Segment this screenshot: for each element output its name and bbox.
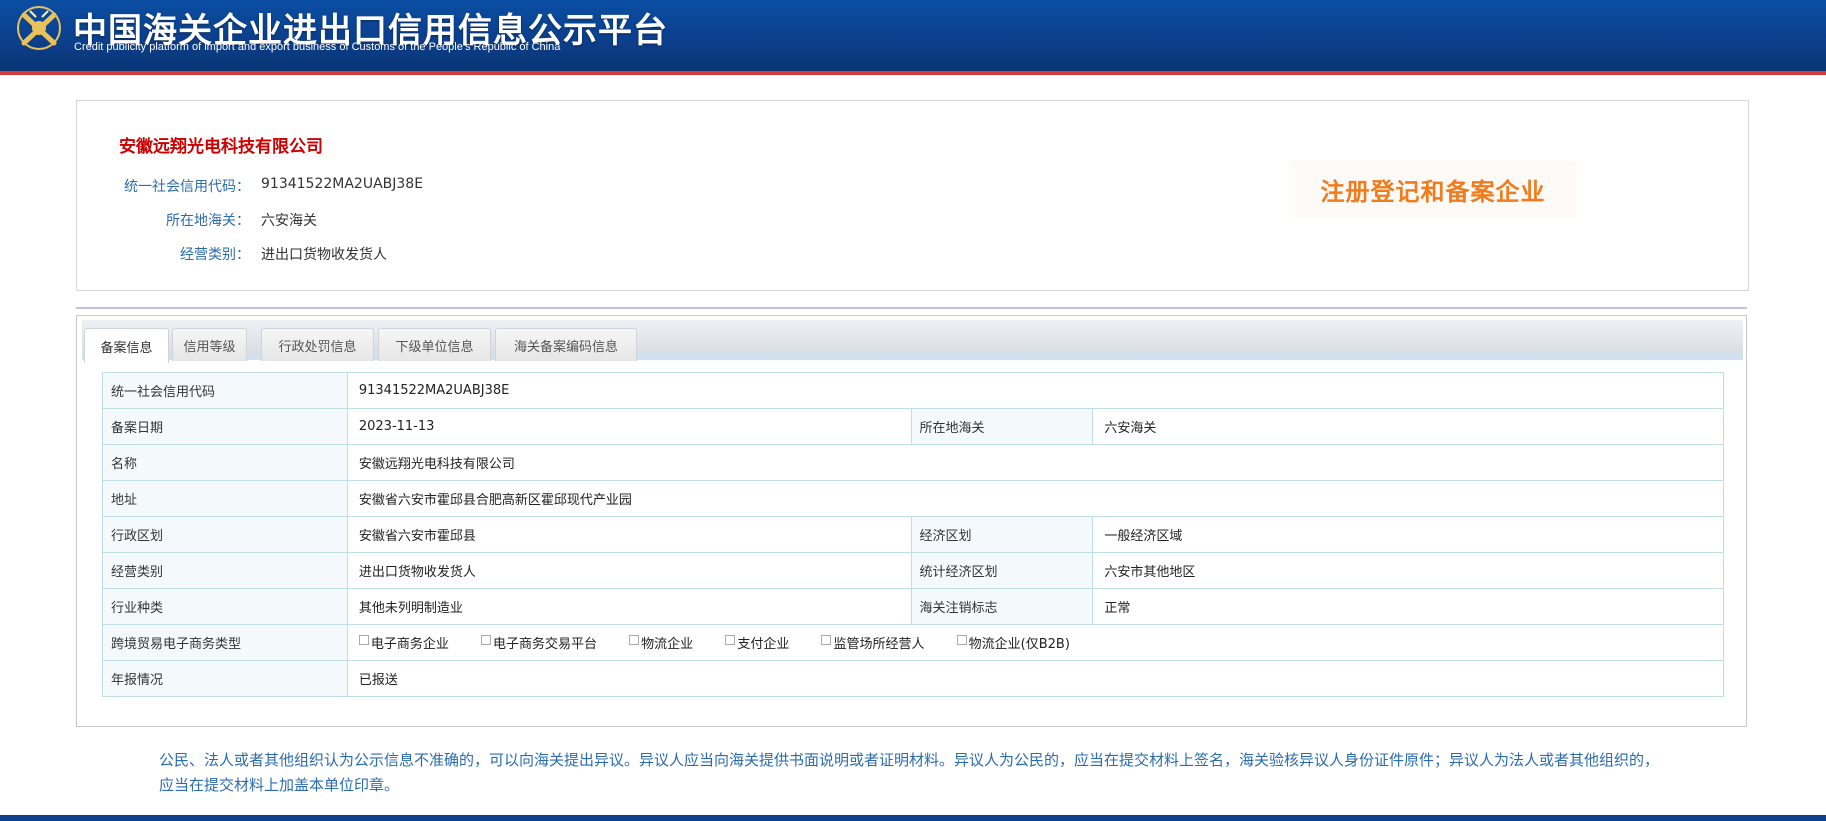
table-row: 统一社会信用代码 91341522MA2UABJ38E — [102, 372, 1725, 409]
table-row: 备案日期 2023-11-13 所在地海关 六安海关 — [102, 408, 1724, 445]
business-type-label: 经营类别： — [180, 247, 250, 263]
cell-label: 统一社会信用代码 — [102, 372, 348, 409]
cell-label: 行业种类 — [102, 588, 348, 625]
table-row: 跨境贸易电子商务类型 电子商务企业 电子商务交易平台 物流企业 支付企业 监管场… — [102, 624, 1725, 661]
record-info-table: 统一社会信用代码 91341522MA2UABJ38E 备案日期 2023-11… — [102, 372, 1725, 697]
cell-value: 已报送 — [346, 660, 1725, 697]
company-name: 安徽远翔光电科技有限公司 — [119, 137, 323, 157]
detail-panel: 备案信息 信用等级 行政处罚信息 下级单位信息 海关备案编码信息 统一社会信用代… — [76, 315, 1747, 727]
checkbox-icon[interactable] — [725, 634, 736, 645]
customs-label: 所在地海关： — [166, 213, 250, 229]
section-divider — [76, 307, 1747, 309]
checkbox-icon[interactable] — [358, 634, 369, 645]
cell-value: 安徽远翔光电科技有限公司 — [346, 444, 1725, 481]
checkbox-label: 监管场所经营人 — [833, 637, 925, 652]
cell-label: 地址 — [102, 480, 348, 517]
company-summary-card: 安徽远翔光电科技有限公司 统一社会信用代码： 91341522MA2UABJ38… — [76, 100, 1749, 291]
cell-value: 进出口货物收发货人 — [346, 552, 912, 589]
checkbox-label: 支付企业 — [737, 637, 790, 652]
checkbox-icon[interactable] — [956, 634, 967, 645]
cell-value: 六安海关 — [1092, 408, 1724, 445]
cell-value: 安徽省六安市霍邱县合肥高新区霍邱现代产业园 — [346, 480, 1725, 517]
ecommerce-type-options: 电子商务企业 电子商务交易平台 物流企业 支付企业 监管场所经营人 物流企业(仅… — [346, 624, 1725, 661]
cell-value: 其他未列明制造业 — [346, 588, 912, 625]
site-subtitle: Credit publicity platform of import and … — [74, 41, 561, 53]
checkbox-icon[interactable] — [821, 634, 832, 645]
tab-bar: 备案信息 信用等级 行政处罚信息 下级单位信息 海关备案编码信息 — [82, 320, 1743, 363]
cell-label: 经济区划 — [910, 516, 1094, 553]
table-row: 行业种类 其他未列明制造业 海关注销标志 正常 — [102, 588, 1724, 625]
tab-subunit-info[interactable]: 下级单位信息 — [378, 328, 491, 361]
business-type-value: 进出口货物收发货人 — [261, 247, 387, 263]
table-row: 经营类别 进出口货物收发货人 统计经济区划 六安市其他地区 — [102, 552, 1724, 589]
customs-value: 六安海关 — [261, 213, 317, 229]
checkbox-icon[interactable] — [629, 634, 640, 645]
cell-label: 年报情况 — [102, 660, 348, 697]
cell-label: 经营类别 — [102, 552, 348, 589]
cell-label: 海关注销标志 — [910, 588, 1094, 625]
registration-stamp-text: 注册登记和备案企业 — [1320, 177, 1546, 206]
cell-value: 一般经济区域 — [1092, 516, 1724, 553]
cell-value: 91341522MA2UABJ38E — [346, 372, 1725, 409]
credit-code-label: 统一社会信用代码： — [124, 179, 250, 195]
cell-label: 统计经济区划 — [910, 552, 1094, 589]
cell-value: 六安市其他地区 — [1092, 552, 1724, 589]
cell-label: 行政区划 — [102, 516, 348, 553]
tab-credit-level[interactable]: 信用等级 — [172, 328, 247, 361]
tab-customs-code-info[interactable]: 海关备案编码信息 — [495, 328, 637, 361]
site-header: 中国海关企业进出口信用信息公示平台 Credit publicity platf… — [0, 0, 1826, 75]
cell-value: 2023-11-13 — [346, 408, 912, 445]
credit-code-value: 91341522MA2UABJ38E — [261, 176, 424, 192]
checkbox-logistics[interactable]: 物流企业 — [629, 633, 693, 652]
checkbox-logistics-b2b[interactable]: 物流企业(仅B2B) — [956, 633, 1070, 652]
checkbox-label: 物流企业 — [641, 637, 694, 652]
checkbox-label: 电子商务企业 — [370, 637, 449, 652]
cell-label: 备案日期 — [102, 408, 348, 445]
cell-value: 安徽省六安市霍邱县 — [346, 516, 912, 553]
table-row: 名称 安徽远翔光电科技有限公司 — [102, 444, 1725, 481]
footer-bar — [0, 815, 1826, 821]
checkbox-icon[interactable] — [481, 634, 492, 645]
tab-penalty-info[interactable]: 行政处罚信息 — [261, 328, 374, 361]
table-row: 行政区划 安徽省六安市霍邱县 经济区划 一般经济区域 — [102, 516, 1724, 553]
checkbox-label: 物流企业(仅B2B) — [968, 637, 1070, 652]
table-row: 年报情况 已报送 — [102, 660, 1725, 697]
checkbox-payment[interactable]: 支付企业 — [725, 633, 789, 652]
checkbox-supervised-site-operator[interactable]: 监管场所经营人 — [821, 633, 925, 652]
checkbox-ecommerce-platform[interactable]: 电子商务交易平台 — [481, 633, 597, 652]
checkbox-label: 电子商务交易平台 — [493, 637, 598, 652]
table-row: 地址 安徽省六安市霍邱县合肥高新区霍邱现代产业园 — [102, 480, 1725, 517]
registration-stamp: 注册登记和备案企业 — [1289, 161, 1577, 217]
objection-notice: 公民、法人或者其他组织认为公示信息不准确的，可以向海关提出异议。异议人应当向海关… — [159, 751, 1660, 794]
tab-record-info[interactable]: 备案信息 — [84, 328, 169, 363]
cell-label: 跨境贸易电子商务类型 — [102, 624, 348, 661]
checkbox-ecommerce-enterprise[interactable]: 电子商务企业 — [358, 633, 449, 652]
cell-label: 所在地海关 — [910, 408, 1094, 445]
customs-emblem-icon — [17, 6, 61, 50]
cell-label: 名称 — [102, 444, 348, 481]
cell-value: 正常 — [1092, 588, 1724, 625]
